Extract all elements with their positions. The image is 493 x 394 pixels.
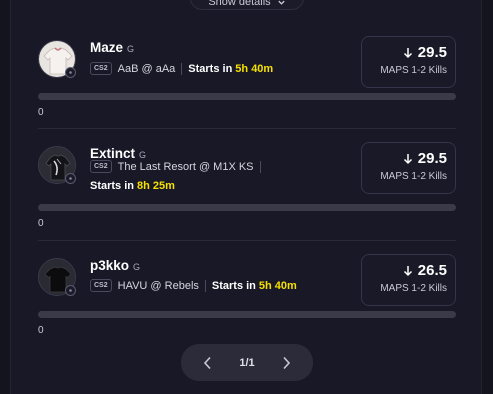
player-name-text: Maze (90, 40, 124, 55)
matchup-text: HAVU @ Rebels (117, 279, 199, 292)
pagination: 1/1 (181, 344, 313, 381)
avatar-status-badge (65, 285, 76, 296)
projection-value: 26.5 (403, 262, 447, 279)
player-name-text: Extinct (90, 146, 136, 161)
player-position: G (127, 44, 135, 54)
show-details-button[interactable]: Show details (190, 0, 304, 10)
player-name: Maze G (90, 40, 134, 55)
projection-box[interactable]: 26.5 MAPS 1-2 Kills (361, 254, 456, 306)
projection-value: 29.5 (403, 44, 447, 61)
starts-time: 8h 25m (137, 180, 175, 192)
progress-count: 0 (38, 218, 44, 229)
chevron-right-icon[interactable] (282, 356, 291, 370)
line-value-text: 29.5 (417, 150, 447, 167)
stat-type: MAPS 1-2 Kills (380, 283, 447, 294)
start-info: Starts in 8h 25m (90, 180, 175, 192)
match-info: CS2 HAVU @ Rebels Starts in 5h 40m (90, 279, 297, 292)
chevron-down-icon (278, 0, 285, 5)
stat-type: MAPS 1-2 Kills (380, 65, 447, 76)
separator (181, 62, 183, 75)
separator (259, 160, 261, 173)
projection-box[interactable]: 29.5 MAPS 1-2 Kills (361, 142, 456, 194)
line-value-text: 29.5 (417, 44, 447, 61)
show-details-label: Show details (208, 0, 271, 8)
match-info: CS2 The Last Resort @ M1X KS (90, 160, 267, 173)
starts-label: Starts in (188, 62, 233, 75)
progress-count: 0 (38, 325, 44, 336)
avatar-status-badge (65, 173, 76, 184)
player-position: G (139, 150, 147, 160)
divider (38, 128, 456, 129)
match-info: CS2 AaB @ aAa Starts in 5h 40m (90, 62, 273, 75)
player-name: Extinct G (90, 146, 146, 161)
separator (204, 279, 206, 292)
dot-icon (69, 71, 72, 74)
starts-label: Starts in (211, 279, 256, 292)
game-badge: CS2 (90, 279, 112, 292)
picks-panel: Show details Maze G CS2 AaB @ aAa Starts … (0, 0, 493, 394)
dot-icon (69, 289, 72, 292)
arrow-down-icon (403, 265, 412, 276)
matchup-text: AaB @ aAa (117, 62, 176, 75)
progress-bar (38, 204, 456, 211)
stat-type: MAPS 1-2 Kills (380, 171, 447, 182)
progress-count: 0 (38, 107, 44, 118)
player-name: p3kko G (90, 258, 140, 273)
starts-label: Starts in (90, 180, 135, 192)
game-badge: CS2 (90, 62, 112, 75)
arrow-down-icon (403, 153, 412, 164)
progress-bar (38, 93, 456, 100)
projection-box[interactable]: 29.5 MAPS 1-2 Kills (361, 36, 456, 88)
avatar-status-badge (65, 67, 76, 78)
player-name-text: p3kko (90, 258, 130, 273)
game-badge: CS2 (90, 160, 112, 173)
arrow-down-icon (403, 47, 412, 58)
line-value-text: 26.5 (417, 262, 447, 279)
divider (38, 240, 456, 241)
starts-time: 5h 40m (235, 62, 274, 75)
page-indicator: 1/1 (239, 356, 255, 369)
matchup-text: The Last Resort @ M1X KS (117, 160, 254, 173)
player-position: G (133, 262, 141, 272)
projection-value: 29.5 (403, 150, 447, 167)
progress-bar (38, 311, 456, 318)
dot-icon (69, 177, 72, 180)
chevron-left-icon[interactable] (203, 356, 212, 370)
starts-time: 5h 40m (258, 279, 297, 292)
